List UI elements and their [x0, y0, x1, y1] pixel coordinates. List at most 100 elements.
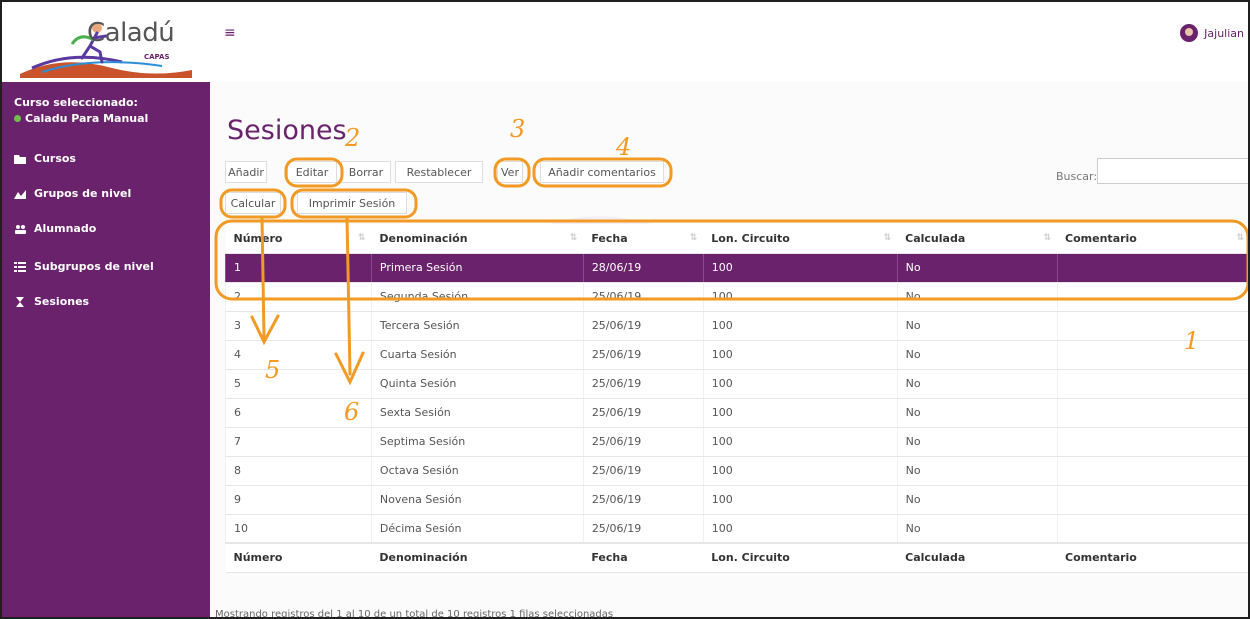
column-header-numero[interactable]: Número ⇅ — [225, 224, 372, 254]
table-cell: Tercera Sesión — [370, 311, 584, 341]
table-row[interactable]: 1 Primera Sesión 28/06/19 100 No — [225, 253, 1248, 283]
table-row[interactable]: 3 Tercera Sesión 25/06/19 100 No — [225, 311, 1248, 341]
users-icon — [14, 224, 26, 234]
table-row[interactable]: 9 Novena Sesión 25/06/19 100 No — [225, 485, 1248, 515]
sidebar-item-label: Alumnado — [34, 222, 97, 235]
sort-icon: ⇅ — [689, 233, 698, 243]
table-body: 1 Primera Sesión 28/06/19 100 No 2 Segunda Ses… — [225, 253, 1248, 544]
sidebar-item-sesiones[interactable]: Sesiones — [14, 295, 89, 308]
footer-denominacion: Denominación — [371, 542, 584, 573]
table-row[interactable]: 8 Octava Sesión 25/06/19 100 No — [225, 456, 1248, 486]
sort-icon: ⇅ — [569, 233, 578, 243]
sidebar-item-label: Cursos — [34, 152, 76, 165]
footer-comentario: Comentario — [1057, 542, 1248, 573]
table-cell: 100 — [702, 485, 898, 515]
table-cell: 25/06/19 — [582, 282, 704, 312]
table-footer-row: Número Denominación Fecha Lon. Circuito … — [225, 542, 1248, 573]
table-cell: No — [896, 340, 1058, 370]
table-cell: 25/06/19 — [582, 427, 704, 457]
table-row[interactable]: 2 Segunda Sesión 25/06/19 100 No — [225, 282, 1248, 312]
table-cell — [1056, 282, 1248, 312]
table-row[interactable]: 6 Sexta Sesión 25/06/19 100 No — [225, 398, 1248, 428]
table-header-row: Número ⇅ Denominación ⇅ Fecha ⇅ Lon. Circui… — [225, 224, 1248, 254]
table-cell: 28/06/19 — [582, 253, 704, 283]
table-cell — [1056, 398, 1248, 428]
table-row[interactable]: 7 Septima Sesión 25/06/19 100 No — [225, 427, 1248, 457]
calculate-button[interactable]: Calcular — [225, 192, 281, 214]
table-cell: 100 — [702, 253, 898, 283]
table-cell: 25/06/19 — [582, 456, 704, 486]
table-cell — [1056, 311, 1248, 341]
search-input[interactable] — [1097, 158, 1248, 184]
table-cell: Décima Sesión — [370, 514, 584, 544]
column-header-calculada[interactable]: Calculada ⇅ — [897, 224, 1058, 254]
course-name: Caladu Para Manual — [25, 112, 149, 125]
sort-icon: ⇅ — [357, 233, 366, 243]
table-cell — [1056, 427, 1248, 457]
table-cell: 100 — [702, 398, 898, 428]
table-cell: Quinta Sesión — [370, 369, 584, 399]
reset-button[interactable]: Restablecer — [395, 161, 483, 183]
table-cell: Segunda Sesión — [370, 282, 584, 312]
hourglass-icon — [14, 296, 26, 307]
table-cell: No — [896, 282, 1058, 312]
table-cell — [1056, 514, 1248, 544]
delete-button[interactable]: Borrar — [341, 161, 391, 183]
footer-lon-circuito: Lon. Circuito — [703, 542, 898, 573]
table-cell: Sexta Sesión — [370, 398, 584, 428]
top-bar: ≡ Jajulian — [210, 2, 1248, 82]
view-button[interactable]: Ver — [497, 161, 523, 183]
sidebar-item-label: Grupos de nivel — [34, 187, 132, 200]
sidebar-item-label: Subgrupos de nivel — [34, 260, 154, 273]
user-menu[interactable]: Jajulian — [1180, 24, 1244, 42]
sessions-table: Número ⇅ Denominación ⇅ Fecha ⇅ Lon. Circui… — [225, 224, 1248, 573]
page-title: Sesiones — [227, 115, 347, 146]
table-cell: Cuarta Sesión — [370, 340, 584, 370]
menu-toggle-icon[interactable]: ≡ — [224, 25, 236, 41]
table-cell: Septima Sesión — [370, 427, 584, 457]
column-header-lon-circuito[interactable]: Lon. Circuito ⇅ — [703, 224, 898, 254]
footer-numero: Número — [225, 542, 372, 573]
table-row[interactable]: 5 Quinta Sesión 25/06/19 100 No — [225, 369, 1248, 399]
status-dot-icon — [14, 115, 21, 122]
table-cell: 4 — [225, 340, 372, 370]
table-cell: 100 — [702, 427, 898, 457]
avatar — [1180, 24, 1199, 42]
list-icon — [14, 261, 26, 272]
table-cell: 100 — [702, 311, 898, 341]
logo[interactable]: Caladú CAPAS — [2, 2, 210, 82]
table-cell: No — [896, 369, 1058, 399]
table-cell: 100 — [702, 456, 898, 486]
table-row[interactable]: 10 Décima Sesión 25/06/19 100 No — [225, 514, 1248, 544]
table-cell: 10 — [225, 514, 372, 544]
table-cell: 25/06/19 — [582, 485, 704, 515]
sidebar-item-subgrupos-de-nivel[interactable]: Subgrupos de nivel — [14, 260, 154, 273]
sidebar-item-label: Sesiones — [34, 295, 90, 308]
sort-icon: ⇅ — [1236, 233, 1244, 243]
table-cell: Primera Sesión — [370, 253, 584, 283]
table-cell: Novena Sesión — [370, 485, 584, 515]
sidebar-item-grupos-de-nivel[interactable]: Grupos de nivel — [14, 187, 131, 200]
table-cell: 2 — [225, 282, 372, 312]
table-cell: 1 — [225, 253, 372, 283]
footer-fecha: Fecha — [583, 542, 704, 573]
table-cell: 9 — [225, 485, 372, 515]
edit-button[interactable]: Editar — [287, 161, 337, 183]
footer-calculada: Calculada — [897, 542, 1058, 573]
column-header-denominacion[interactable]: Denominación ⇅ — [371, 224, 584, 254]
course-label: Curso seleccionado: — [14, 96, 138, 109]
sidebar: Caladú CAPAS Curso seleccionado: Caladu … — [2, 2, 210, 617]
add-comments-button[interactable]: Añadir comentarios — [540, 161, 664, 183]
table-cell — [1056, 369, 1248, 399]
table-row[interactable]: 4 Cuarta Sesión 25/06/19 100 No — [225, 340, 1248, 370]
sidebar-item-cursos[interactable]: Cursos — [14, 152, 76, 165]
print-session-button[interactable]: Imprimir Sesión — [297, 192, 407, 214]
table-cell: No — [896, 311, 1058, 341]
column-header-fecha[interactable]: Fecha ⇅ — [583, 224, 704, 254]
table-info: Mostrando registros del 1 al 10 de un to… — [215, 609, 614, 619]
add-button[interactable]: Añadir — [225, 161, 267, 183]
table-cell: 25/06/19 — [582, 311, 704, 341]
column-header-comentario[interactable]: Comentario ⇅ — [1057, 224, 1248, 254]
sidebar-item-alumnado[interactable]: Alumnado — [14, 222, 96, 235]
user-name: Jajulian — [1204, 26, 1244, 40]
